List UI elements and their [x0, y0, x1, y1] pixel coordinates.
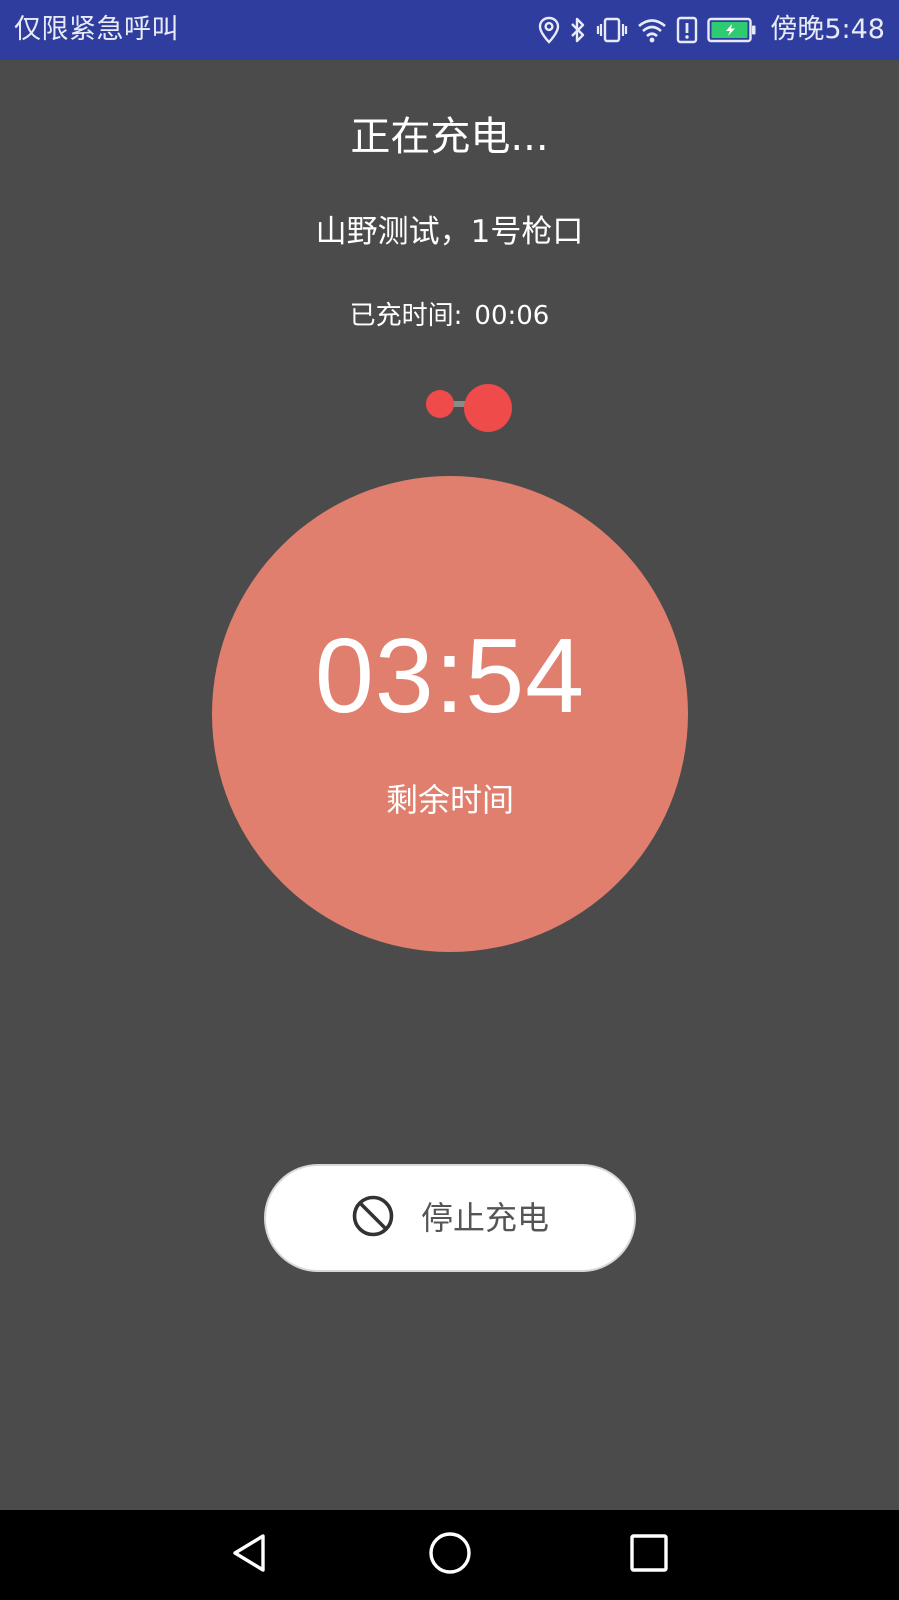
elapsed-time: 已充时间: 00:06 [0, 298, 899, 334]
carrier-text: 仅限紧急呼叫 [14, 14, 179, 45]
home-button[interactable] [420, 1525, 480, 1585]
back-button[interactable] [220, 1525, 280, 1585]
elapsed-value: 00:06 [474, 301, 550, 331]
battery-icon [707, 17, 757, 43]
stop-charging-button[interactable]: 停止充电 [264, 1164, 636, 1272]
navigation-bar [0, 1510, 899, 1600]
elapsed-label: 已充时间: [349, 301, 463, 331]
loader-dot-small [426, 390, 454, 418]
charging-title: 正在充电... [350, 114, 549, 160]
remaining-time-value: 03:54 [314, 617, 586, 735]
back-icon [228, 1531, 272, 1579]
stop-charging-label: 停止充电 [420, 1199, 549, 1237]
location-icon [538, 16, 560, 44]
remaining-time-circle: 03:54 剩余时间 [212, 476, 688, 952]
home-icon [426, 1529, 474, 1581]
alert-icon [676, 16, 698, 44]
status-bar: 仅限紧急呼叫 傍晚5:48 [0, 0, 899, 60]
vibrate-icon [596, 16, 628, 44]
remaining-time-label: 剩余时间 [385, 781, 514, 819]
recents-button[interactable] [619, 1525, 679, 1585]
stop-icon [351, 1194, 395, 1242]
loading-indicator [420, 384, 530, 444]
status-time: 傍晚5:48 [770, 14, 885, 45]
bluetooth-icon [569, 16, 587, 44]
station-name: 山野测试，1号枪口 [315, 214, 584, 250]
wifi-icon [637, 17, 667, 43]
charging-screen: 仅限紧急呼叫 傍晚5:48 正在充电... 山野测试，1号枪口 已充时间: 00… [0, 0, 899, 1600]
recents-icon [627, 1531, 671, 1579]
loader-dot-large [464, 384, 512, 432]
status-icons: 傍晚5:48 [538, 12, 885, 48]
